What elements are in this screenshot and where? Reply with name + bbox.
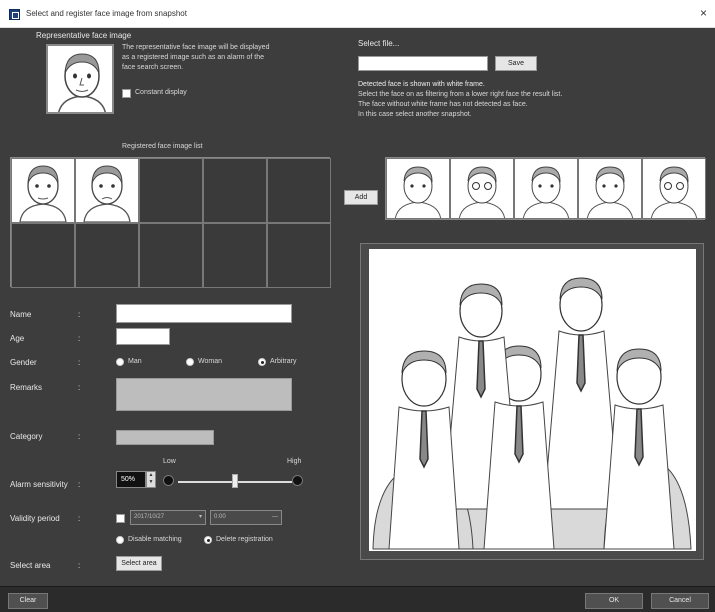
representative-desc-1: The representative face image will be di…	[122, 44, 270, 51]
face-thumbnail	[394, 166, 442, 218]
registered-face-slot[interactable]	[267, 223, 331, 288]
remarks-field[interactable]	[116, 378, 292, 411]
face-thumbnail	[458, 166, 506, 218]
validity-date-value: 2017/10/27	[134, 514, 165, 520]
app-window-icon	[9, 9, 20, 20]
sensitivity-low-label: Low	[163, 458, 176, 465]
sensitivity-increase-icon[interactable]	[292, 475, 303, 486]
sensitivity-high-label: High	[287, 458, 302, 465]
detected-face-thumb[interactable]	[514, 158, 578, 219]
delete-registration-label: Delete registration	[216, 536, 273, 543]
snapshot-panel	[360, 243, 704, 560]
validity-time-value: 0:00	[214, 514, 226, 520]
select-area-label: Select area	[10, 561, 51, 570]
detected-face-thumb[interactable]	[386, 158, 450, 219]
registered-face-slot[interactable]	[75, 158, 139, 223]
registered-list-heading: Registered face image list	[122, 143, 203, 150]
sensitivity-decrease-icon[interactable]	[163, 475, 174, 486]
detected-faces-strip	[385, 157, 706, 220]
cancel-button[interactable]: Cancel	[651, 593, 709, 609]
constant-display-label: Constant display	[135, 89, 187, 96]
alarm-sensitivity-label: Alarm sensitivity	[10, 480, 68, 489]
select-area-button[interactable]: Select area	[116, 556, 162, 571]
face-thumbnail	[19, 165, 67, 222]
gender-woman-label: Woman	[198, 358, 222, 365]
instruction-line-4: In this case select another snapshot.	[358, 111, 472, 118]
registered-face-slot[interactable]	[75, 223, 139, 288]
browse-button[interactable]: Save	[495, 56, 537, 71]
disable-matching-radio[interactable]	[116, 536, 124, 544]
remarks-label: Remarks	[10, 383, 43, 392]
category-colon: :	[78, 432, 81, 441]
gender-arbitrary-radio[interactable]	[258, 358, 266, 366]
time-spin-icon[interactable]: —	[272, 511, 278, 524]
title-bar: Select and register face image from snap…	[0, 0, 715, 28]
face-thumbnail	[522, 166, 570, 218]
registered-face-slot[interactable]	[11, 223, 75, 288]
registered-face-slot[interactable]	[139, 158, 203, 223]
validity-time-field[interactable]: 0:00 —	[210, 510, 282, 525]
representative-desc-3: face search screen.	[122, 64, 184, 71]
group-photo-illustration	[372, 277, 692, 550]
gender-label: Gender	[10, 358, 37, 367]
registered-face-slot[interactable]	[139, 223, 203, 288]
detected-face-thumb[interactable]	[450, 158, 514, 219]
age-field[interactable]	[116, 328, 170, 345]
gender-man-radio[interactable]	[116, 358, 124, 366]
name-label: Name	[10, 310, 32, 319]
instruction-line-3: The face without white frame has not det…	[358, 101, 528, 108]
representative-heading: Representative face image	[36, 31, 132, 40]
sensitivity-slider-thumb[interactable]	[232, 474, 238, 488]
registered-face-slot[interactable]	[267, 158, 331, 223]
instruction-line-2: Select the face on as filtering from a l…	[358, 91, 563, 98]
remarks-colon: :	[78, 383, 81, 392]
category-label: Category	[10, 432, 43, 441]
validity-period-label: Validity period	[10, 514, 60, 523]
close-icon[interactable]: ×	[700, 6, 707, 20]
registered-face-slot[interactable]	[203, 223, 267, 288]
gender-arbitrary-label: Arbitrary	[270, 358, 297, 365]
category-select[interactable]	[116, 430, 214, 445]
face-thumbnail	[650, 166, 698, 218]
sensitivity-value-box[interactable]: 50%	[116, 471, 146, 488]
alarm-sensitivity-colon: :	[78, 480, 81, 489]
representative-desc-2: as a registered image such as an alarm o…	[122, 54, 265, 61]
spin-arrows-icon[interactable]: ▲ ▼	[146, 471, 156, 488]
registered-face-slot[interactable]	[11, 158, 75, 223]
face-thumbnail	[586, 166, 634, 218]
name-colon: :	[78, 310, 81, 319]
select-area-colon: :	[78, 561, 81, 570]
representative-face-image	[46, 44, 114, 114]
ok-button[interactable]: OK	[585, 593, 643, 609]
name-field[interactable]	[116, 304, 292, 323]
age-label: Age	[10, 334, 25, 343]
face-illustration	[58, 53, 106, 112]
disable-matching-label: Disable matching	[128, 536, 182, 543]
face-thumbnail	[83, 165, 131, 222]
gender-colon: :	[78, 358, 81, 367]
validity-date-field[interactable]: 2017/10/27 ▾	[130, 510, 206, 525]
add-button[interactable]: Add	[344, 190, 378, 205]
calendar-icon[interactable]: ▾	[199, 511, 202, 524]
clear-button[interactable]: Clear	[8, 593, 48, 609]
registered-face-grid	[10, 157, 331, 288]
file-path-field[interactable]	[358, 56, 488, 71]
detected-face-thumb[interactable]	[578, 158, 642, 219]
registered-face-slot[interactable]	[203, 158, 267, 223]
age-colon: :	[78, 334, 81, 343]
select-file-label: Select file...	[358, 39, 400, 48]
instruction-line-1: Detected face is shown with white frame.	[358, 81, 485, 88]
window-title: Select and register face image from snap…	[26, 9, 187, 18]
validity-checkbox[interactable]	[116, 514, 125, 523]
dialog-body: Representative face image The representa…	[0, 28, 715, 586]
validity-period-colon: :	[78, 514, 81, 523]
dialog-footer: Clear OK Cancel	[0, 586, 715, 612]
gender-man-label: Man	[128, 358, 142, 365]
detected-face-thumb[interactable]	[642, 158, 706, 219]
gender-woman-radio[interactable]	[186, 358, 194, 366]
snapshot-image[interactable]	[369, 249, 696, 551]
constant-display-checkbox[interactable]	[122, 89, 131, 98]
delete-registration-radio[interactable]	[204, 536, 212, 544]
